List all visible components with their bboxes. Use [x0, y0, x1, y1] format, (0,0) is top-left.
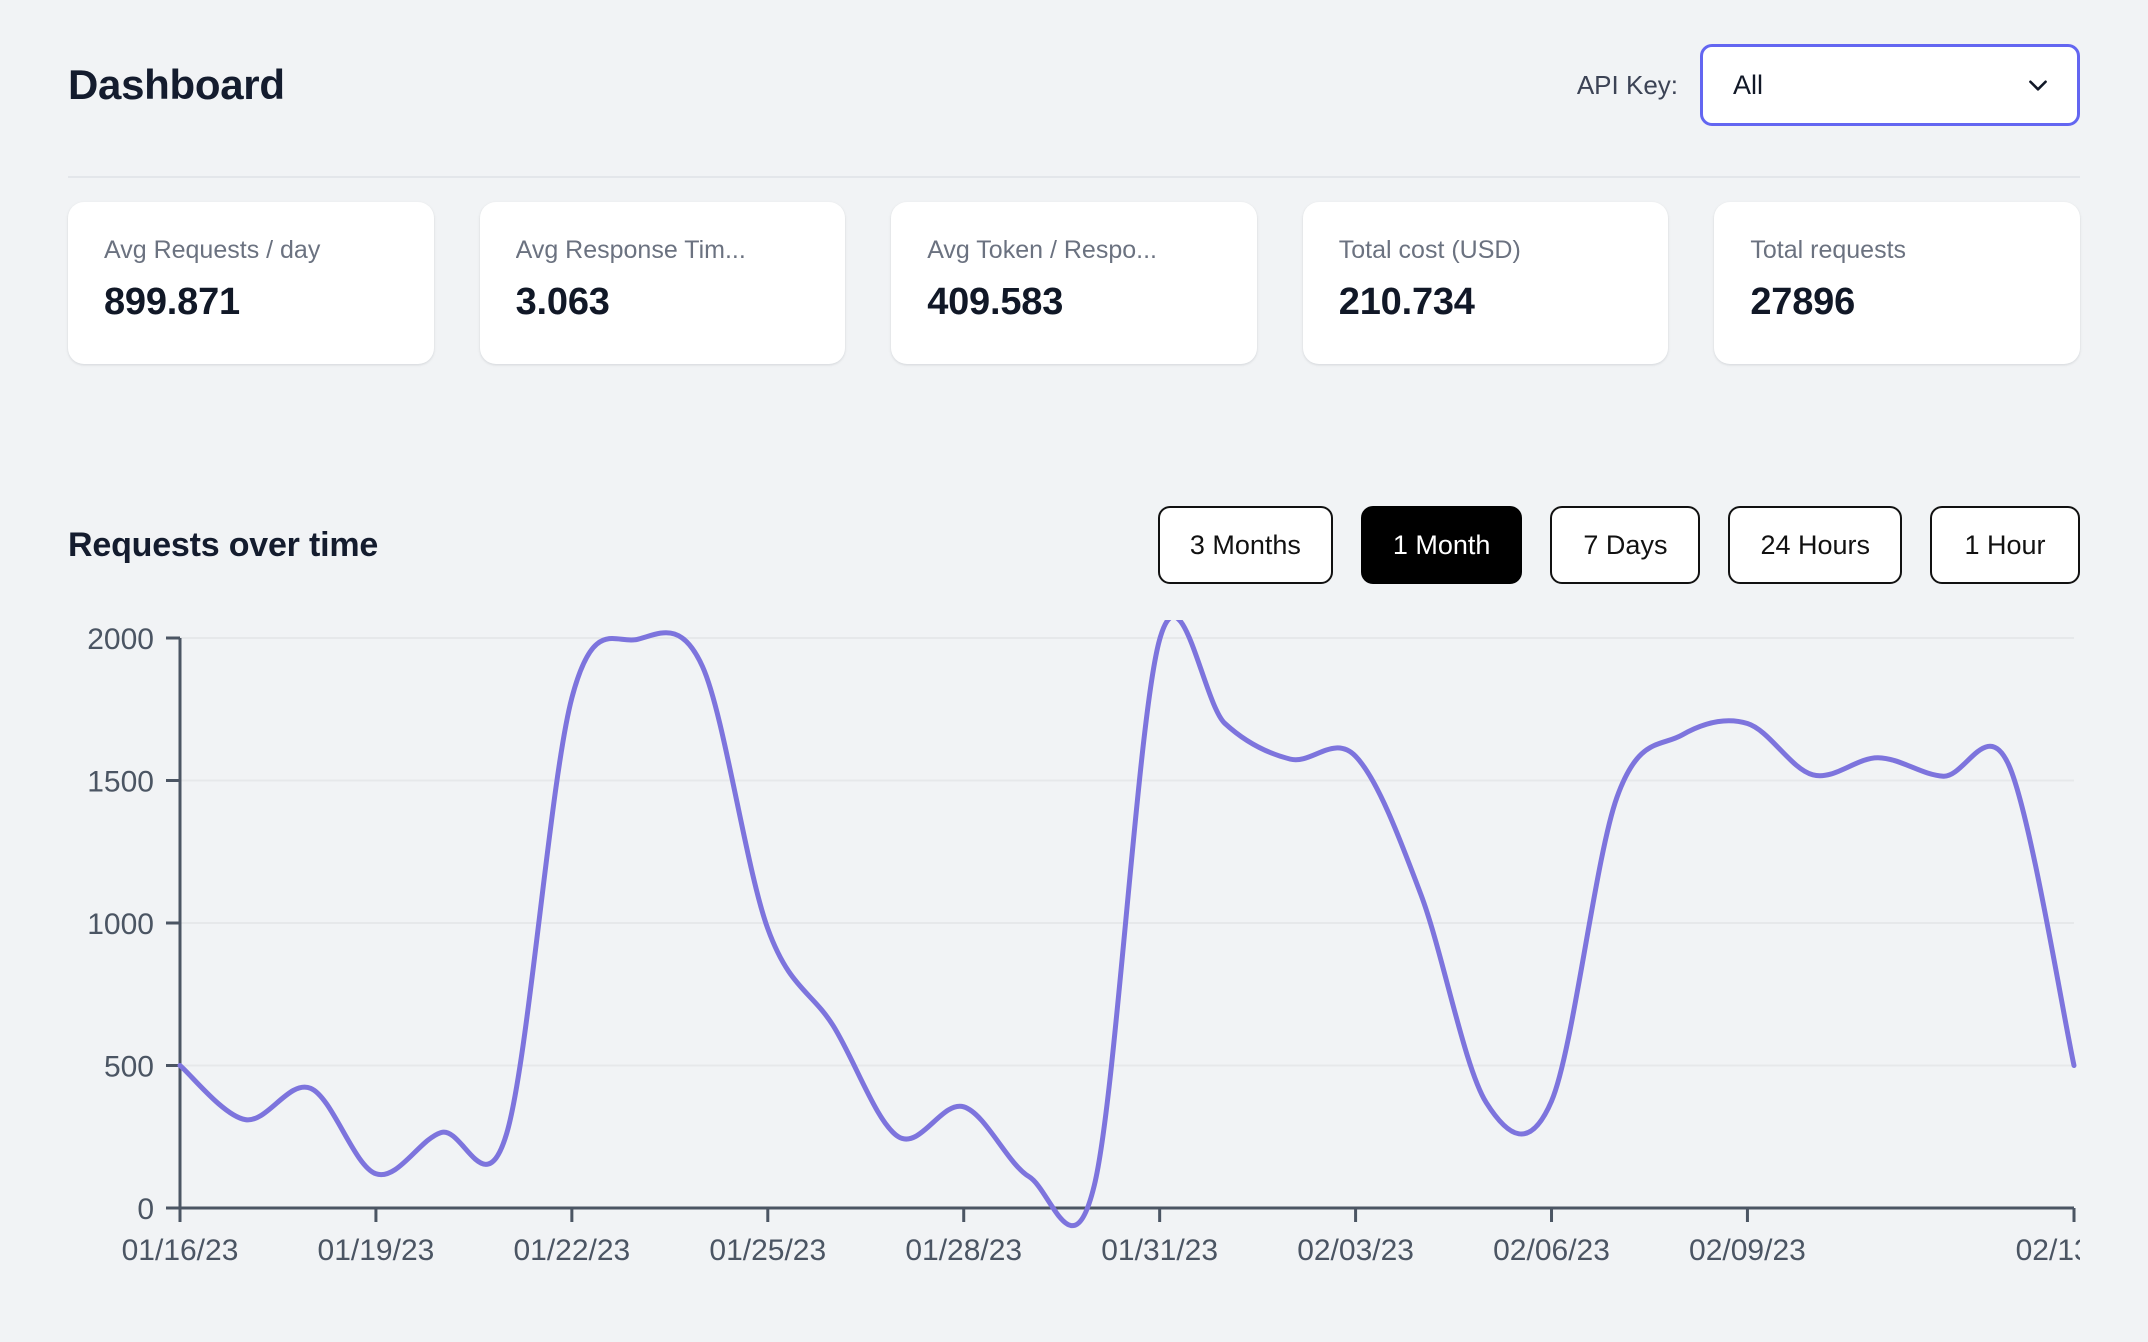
stat-card-value: 210.734	[1338, 281, 1475, 323]
chart-x-tick-label: 01/19/23	[318, 1234, 435, 1267]
range-button-1-month[interactable]: 1 Month	[1360, 506, 1523, 584]
range-button-3-months[interactable]: 3 Months	[1157, 506, 1333, 584]
dashboard-page: Dashboard API Key: All Avg Requests / da…	[0, 0, 2148, 1342]
stat-card-row: Avg Requests / day 899.871 Avg Response …	[68, 202, 2080, 364]
api-key-label: API Key:	[1576, 69, 1678, 100]
stat-card-label: Avg Response Tim...	[515, 236, 746, 264]
chart-x-tick-label: 02/03/23	[1297, 1234, 1414, 1267]
stat-card-label: Total cost (USD)	[1338, 236, 1521, 264]
chart-y-tick-label: 1500	[87, 766, 154, 799]
stat-card-label: Avg Requests / day	[104, 236, 321, 264]
chart-x-tick-label: 01/25/23	[709, 1234, 826, 1267]
range-button-1-hour[interactable]: 1 Hour	[1930, 506, 2080, 584]
stat-card: Avg Requests / day 899.871	[68, 202, 434, 364]
api-key-selected-value: All	[1733, 69, 1764, 100]
requests-over-time-chart: 0 500 1000 1500 2000 01/16/23 01/19/23 01/22/2…	[68, 620, 2080, 1320]
page-header: Dashboard API Key: All	[68, 30, 2080, 140]
stat-card-value: 27896	[1750, 281, 1856, 323]
chart-x-tick-label: 01/16/23	[122, 1234, 239, 1267]
chart-title: Requests over time	[68, 525, 379, 564]
chart-x-tick-label: 01/31/23	[1101, 1234, 1218, 1267]
stat-card: Avg Token / Respo... 409.583	[891, 202, 1257, 364]
stat-card-value: 409.583	[927, 281, 1064, 323]
chart-x-tick-label: 01/22/23	[513, 1234, 630, 1267]
range-button-7-days[interactable]: 7 Days	[1550, 506, 1701, 584]
chart-header: Requests over time 3 Months 1 Month 7 Da…	[68, 500, 2080, 590]
chart-x-tick-labels: 01/16/23 01/19/23 01/22/23 01/25/23 01/28/23…	[122, 1234, 2080, 1267]
chart-y-tick-label: 2000	[87, 623, 154, 656]
chart-y-tick-labels: 0 500 1000 1500 2000	[87, 623, 154, 1226]
stat-card-label: Total requests	[1750, 236, 1907, 264]
chart-y-tick-label: 1000	[87, 908, 154, 941]
chart-y-tick-label: 0	[137, 1193, 154, 1226]
chart-svg: 0 500 1000 1500 2000 01/16/23 01/19/23 01/22/2…	[87, 620, 2080, 1267]
range-button-24-hours[interactable]: 24 Hours	[1728, 506, 1902, 584]
api-key-select[interactable]: All	[1700, 44, 2080, 126]
page-title: Dashboard	[68, 61, 285, 108]
chevron-down-icon	[2025, 72, 2051, 98]
stat-card-label: Avg Token / Respo...	[927, 236, 1157, 264]
stat-card-value: 899.871	[104, 281, 240, 323]
stat-card: Total cost (USD) 210.734	[1302, 202, 1669, 364]
chart-x-tick-label: 02/06/23	[1493, 1234, 1610, 1267]
api-key-filter: API Key: All	[1577, 44, 2080, 126]
header-divider	[68, 176, 2080, 178]
chart-y-tick-label: 500	[104, 1051, 154, 1084]
chart-x-tick-label: 02/09/23	[1689, 1234, 1806, 1267]
stat-card: Total requests 27896	[1714, 202, 2080, 364]
chart-x-tick-label: 02/13/23	[2016, 1234, 2080, 1267]
chart-x-tick-label: 01/28/23	[905, 1234, 1022, 1267]
time-range-button-group: 3 Months 1 Month 7 Days 24 Hours 1 Hour	[1157, 506, 2080, 584]
stat-card: Avg Response Tim... 3.063	[479, 202, 846, 364]
stat-card-value: 3.063	[515, 281, 610, 323]
